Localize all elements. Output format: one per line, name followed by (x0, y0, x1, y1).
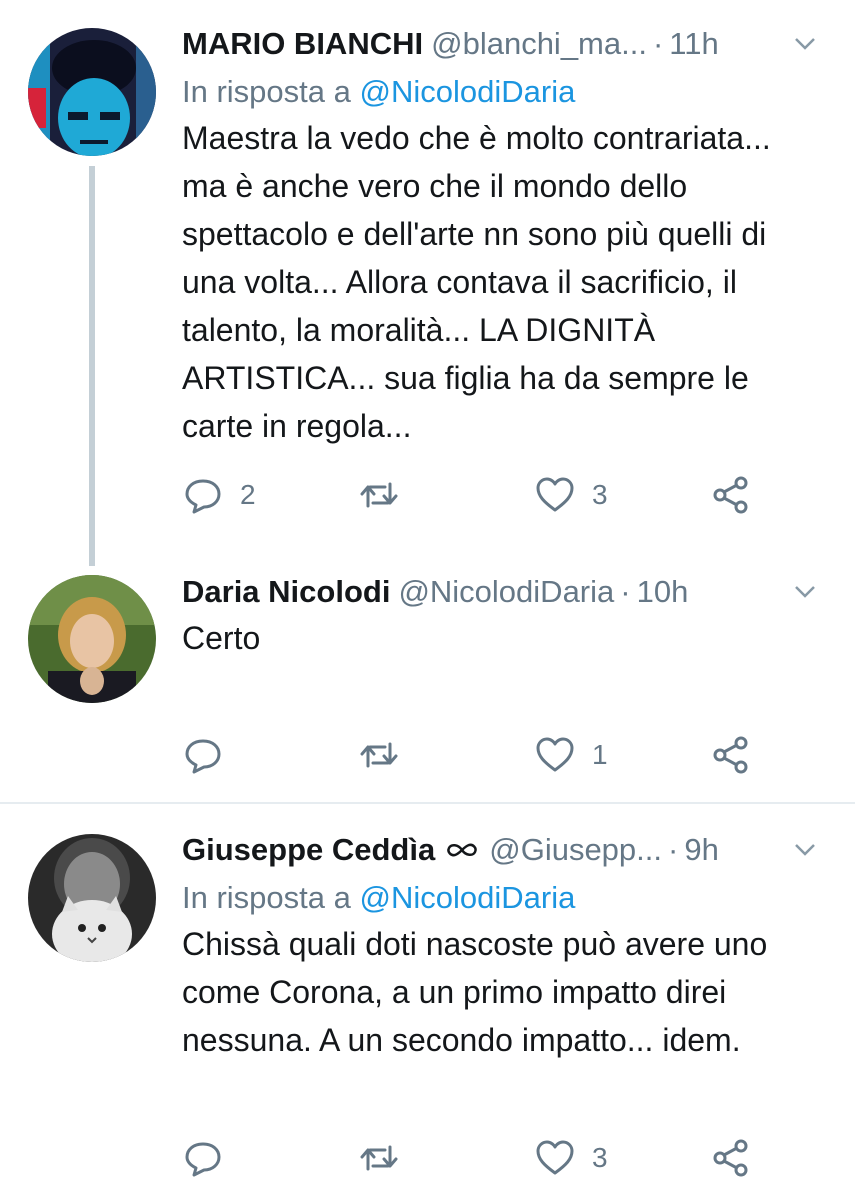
avatar[interactable] (28, 28, 156, 156)
tweet-text: Certo (182, 620, 261, 656)
author-handle[interactable]: @Giusepp... (489, 830, 662, 870)
author-handle[interactable]: @NicolodiDaria (398, 572, 614, 612)
tweet[interactable]: MARIO BIANCHI @blanchi_ma... · 11h In ri… (0, 0, 855, 545)
author-handle[interactable]: @blanchi_ma... (431, 24, 647, 64)
tweet-actions: 1 (182, 730, 782, 780)
chevron-down-icon[interactable] (793, 36, 817, 52)
tweet-text: Maestra la vedo che è molto contrariata.… (182, 120, 771, 444)
like-button[interactable]: 3 (534, 1133, 608, 1183)
tweet-actions: 3 (182, 1133, 782, 1183)
tweet-divider (0, 802, 855, 804)
tweet[interactable]: Daria Nicolodi @NicolodiDaria · 10h Cert… (0, 560, 855, 800)
reply-mention-link[interactable]: @NicolodiDaria (360, 880, 576, 915)
share-button[interactable] (710, 1133, 752, 1183)
tweet-body: MARIO BIANCHI @blanchi_ma... · 11h In ri… (182, 24, 835, 450)
reply-mention-link[interactable]: @NicolodiDaria (360, 74, 576, 109)
like-icon (536, 477, 574, 512)
author-name[interactable]: MARIO BIANCHI (182, 24, 423, 64)
like-count: 3 (592, 1142, 608, 1173)
reply-icon (185, 1142, 221, 1177)
reply-prefix: In risposta a (182, 74, 351, 109)
share-icon (713, 1139, 748, 1177)
share-button[interactable] (710, 470, 752, 520)
like-icon (536, 1140, 574, 1175)
reply-button[interactable]: 2 (182, 470, 256, 520)
separator-dot: · (652, 26, 664, 61)
share-button[interactable] (710, 730, 752, 780)
reply-context: In risposta a @NicolodiDaria (182, 72, 835, 112)
like-button[interactable]: 3 (534, 470, 608, 520)
retweet-icon (360, 1145, 398, 1171)
like-icon (536, 737, 574, 772)
reply-button[interactable] (182, 730, 240, 780)
reply-icon (185, 739, 221, 774)
timestamp[interactable]: 10h (637, 572, 689, 612)
retweet-button[interactable] (358, 1133, 400, 1183)
tweet-header: Daria Nicolodi @NicolodiDaria · 10h (182, 572, 835, 612)
timestamp[interactable]: 9h (684, 830, 718, 870)
avatar[interactable] (28, 575, 156, 703)
tweet-text: Chissà quali doti nascoste può avere uno… (182, 926, 768, 1058)
avatar[interactable] (28, 834, 156, 962)
like-button[interactable]: 1 (534, 730, 608, 780)
tweet[interactable]: Giuseppe Ceddìa @Giusepp... · 9h In risp… (0, 820, 855, 1200)
retweet-icon (360, 742, 398, 768)
tweet-header: Giuseppe Ceddìa @Giusepp... · 9h (182, 830, 835, 870)
reply-button[interactable] (182, 1133, 240, 1183)
chevron-down-icon[interactable] (793, 584, 817, 600)
retweet-button[interactable] (358, 470, 400, 520)
infinity-icon (447, 843, 477, 857)
separator-dot: · (668, 832, 679, 867)
retweet-icon (360, 482, 398, 508)
like-count: 1 (592, 739, 608, 770)
share-icon (713, 476, 748, 514)
timestamp[interactable]: 11h (669, 24, 718, 64)
chevron-down-icon[interactable] (793, 842, 817, 858)
reply-count: 2 (240, 479, 256, 510)
tweet-header: MARIO BIANCHI @blanchi_ma... · 11h (182, 24, 835, 64)
like-count: 3 (592, 479, 608, 510)
tweet-actions: 2 3 (182, 470, 782, 520)
reply-context: In risposta a @NicolodiDaria (182, 878, 835, 918)
separator-dot: · (620, 574, 631, 609)
author-name[interactable]: Daria Nicolodi (182, 572, 390, 612)
reply-icon (185, 479, 221, 514)
tweet-body: Daria Nicolodi @NicolodiDaria · 10h Cert… (182, 572, 835, 662)
author-name[interactable]: Giuseppe Ceddìa (182, 830, 435, 870)
share-icon (713, 736, 748, 774)
tweet-body: Giuseppe Ceddìa @Giusepp... · 9h In risp… (182, 830, 835, 1064)
reply-prefix: In risposta a (182, 880, 351, 915)
retweet-button[interactable] (358, 730, 400, 780)
